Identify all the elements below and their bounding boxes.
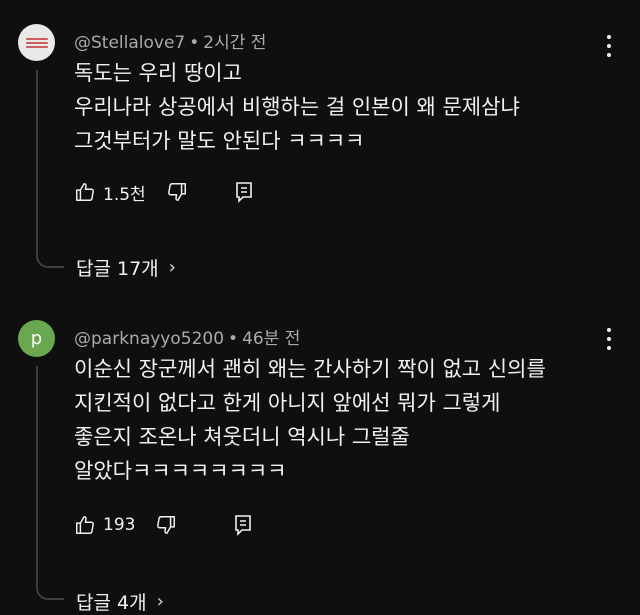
like-count: 1.5천 [103, 184, 146, 205]
replies-count-label: 답글 17개 [76, 258, 159, 280]
comment-line: 이순신 장군께서 괜히 왜는 간사하기 짝이 없고 신의를 [74, 357, 546, 381]
dislike-button[interactable] [166, 181, 188, 203]
meta-separator: • [189, 33, 200, 53]
comment-timestamp[interactable]: 2시간 전 [203, 33, 266, 53]
reply-button[interactable] [233, 514, 253, 536]
comment-line: 지킨적이 없다고 한게 아니지 앞에선 뭐가 그렇게 [74, 391, 501, 415]
chevron-right-icon: › [168, 257, 176, 278]
comment-text: 이순신 장군께서 괜히 왜는 간사하기 짝이 없고 신의를 지킨적이 없다고 한… [74, 352, 546, 488]
comment-actions: 1.5천 [74, 178, 254, 206]
comment-line: 독도는 우리 땅이고 [74, 61, 242, 85]
more-vert-icon[interactable] [606, 35, 612, 57]
view-replies-button[interactable]: 답글 4개 › [76, 588, 164, 615]
like-count: 193 [103, 515, 136, 535]
comment-timestamp[interactable]: 46분 전 [242, 329, 300, 349]
comment-author-handle[interactable]: @parknayyo5200 [74, 329, 224, 349]
comment-meta: @parknayyo5200 • 46분 전 [74, 324, 300, 349]
comment-meta: @Stellalove7 • 2시간 전 [74, 28, 266, 53]
avatar-letter: p [30, 328, 43, 349]
reply-comment-icon [234, 181, 254, 203]
like-button[interactable]: 1.5천 [74, 180, 166, 205]
avatar-image [25, 37, 48, 48]
reply-button[interactable] [234, 181, 254, 203]
comment-line: 우리나라 상공에서 비행하는 걸 인본이 왜 문제삼냐 [74, 95, 520, 119]
avatar[interactable] [18, 24, 55, 61]
comment-line: 그것부터가 말도 안된다 ㅋㅋㅋㅋ [74, 129, 365, 153]
thumb-down-icon [155, 514, 177, 536]
comment-line: 좋은지 조온나 쳐웃더니 역시나 그럴줄 [74, 425, 410, 449]
comment-author-handle[interactable]: @Stellalove7 [74, 33, 185, 53]
view-replies-button[interactable]: 답글 17개 › [76, 254, 176, 281]
thumb-up-icon [74, 514, 96, 536]
chevron-right-icon: › [156, 591, 164, 612]
comment-actions: 193 [74, 511, 253, 539]
more-vert-icon[interactable] [606, 328, 612, 350]
replies-count-label: 답글 4개 [76, 592, 147, 614]
thread-line [36, 70, 64, 268]
thumb-down-icon [166, 181, 188, 203]
dislike-button[interactable] [155, 514, 177, 536]
thumb-up-icon [74, 181, 96, 203]
comment-line: 알았다ㅋㅋㅋㅋㅋㅋㅋㅋ [74, 459, 287, 483]
reply-comment-icon [233, 514, 253, 536]
comment-text: 독도는 우리 땅이고 우리나라 상공에서 비행하는 걸 인본이 왜 문제삼냐 그… [74, 56, 520, 158]
avatar[interactable]: p [18, 320, 55, 357]
like-button[interactable]: 193 [74, 514, 155, 536]
meta-separator: • [228, 329, 239, 349]
thread-line [36, 366, 64, 600]
